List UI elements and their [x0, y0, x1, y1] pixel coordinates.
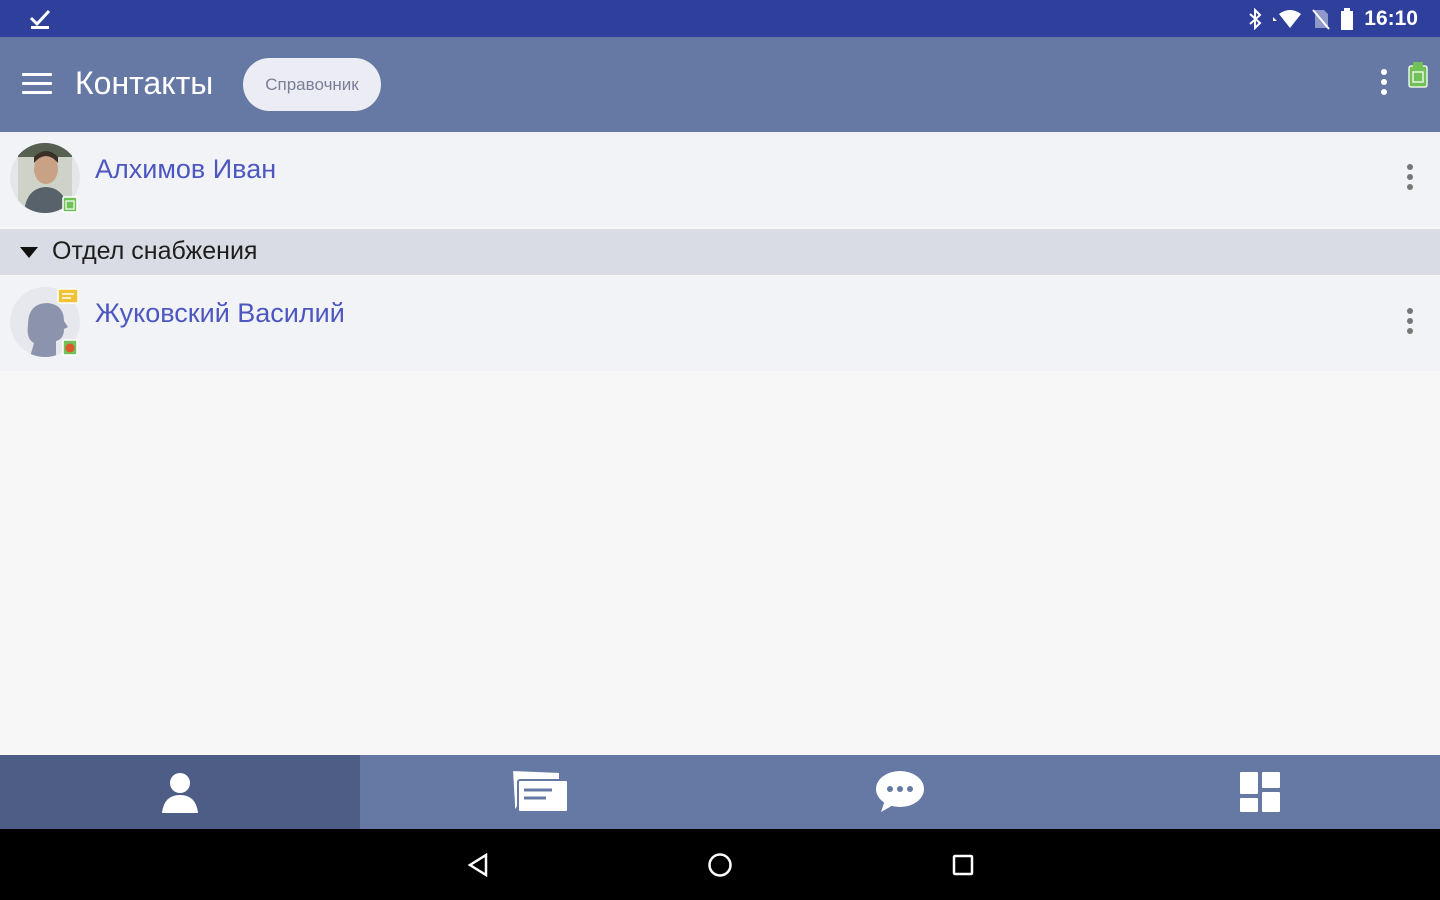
tab-contacts[interactable] — [0, 755, 360, 829]
tab-apps[interactable] — [1080, 755, 1440, 829]
no-sim-icon — [1312, 8, 1331, 30]
presence-busy-icon — [62, 339, 78, 356]
more-vertical-icon[interactable] — [1400, 308, 1420, 340]
group-label: Отдел снабжения — [52, 237, 258, 265]
chat-icon — [876, 771, 924, 812]
messages-icon — [510, 768, 569, 815]
presence-available-icon[interactable] — [1407, 62, 1429, 88]
apps-icon — [1240, 772, 1280, 812]
message-badge-icon — [57, 288, 79, 304]
menu-icon[interactable] — [22, 73, 52, 95]
group-header[interactable]: Отдел снабжения — [0, 229, 1440, 275]
bluetooth-icon — [1249, 7, 1262, 30]
expand-triangle-icon[interactable] — [20, 247, 38, 258]
home-icon[interactable] — [700, 845, 740, 885]
bottom-nav — [0, 755, 1440, 829]
presence-available-icon — [62, 196, 78, 213]
status-bar: 16:10 — [0, 0, 1440, 37]
more-vertical-icon[interactable] — [1376, 69, 1392, 101]
tab-messages[interactable] — [360, 755, 720, 829]
contact-row[interactable]: Алхимов Иван — [0, 132, 1440, 227]
wifi-icon — [1273, 9, 1302, 28]
contact-name[interactable]: Алхимов Иван — [95, 154, 276, 185]
more-vertical-icon[interactable] — [1400, 164, 1420, 196]
directory-chip[interactable]: Справочник — [243, 58, 381, 111]
contacts-icon — [162, 773, 198, 813]
battery-icon — [1341, 7, 1354, 30]
contact-row[interactable]: Жуковский Василий — [0, 276, 1440, 371]
recents-icon[interactable] — [943, 845, 983, 885]
status-time: 16:10 — [1364, 6, 1418, 30]
contact-name[interactable]: Жуковский Василий — [95, 298, 345, 329]
check-icon — [29, 9, 51, 29]
system-nav-bar — [0, 829, 1440, 900]
app-bar: Контакты Справочник — [0, 37, 1440, 132]
tab-chat[interactable] — [720, 755, 1080, 829]
back-icon[interactable] — [458, 845, 498, 885]
page-title: Контакты — [75, 65, 214, 101]
